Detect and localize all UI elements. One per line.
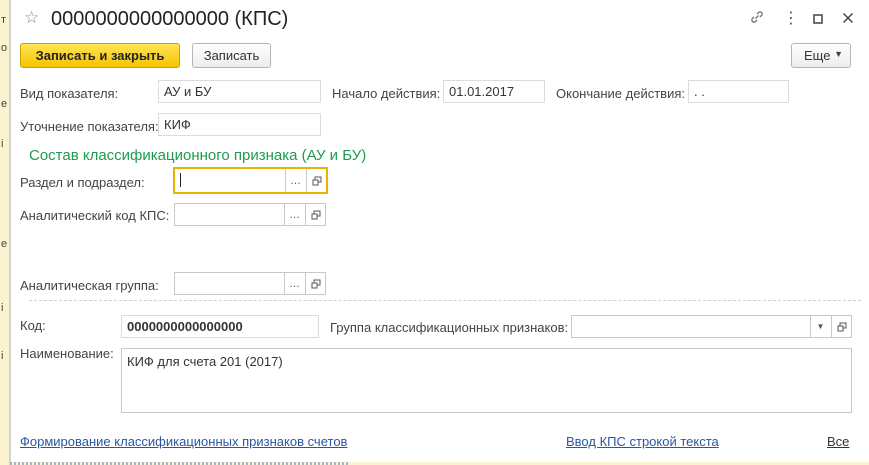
name-textarea[interactable]: КИФ для счета 201 (2017) (121, 348, 852, 413)
name-label: Наименование: (20, 346, 114, 361)
select-ellipsis-button[interactable]: … (285, 169, 305, 192)
class-group-field[interactable]: ▼ (571, 315, 852, 338)
end-date-label: Окончание действия: (556, 86, 685, 101)
open-form-icon[interactable] (305, 273, 325, 294)
open-form-icon[interactable] (831, 316, 851, 337)
section-subsection-field[interactable]: … (173, 167, 328, 194)
start-date-field[interactable]: 01.01.2017 (443, 80, 545, 103)
class-group-label: Группа классификационных признаков: (330, 320, 569, 335)
text-cursor (180, 173, 181, 187)
indicator-type-label: Вид показателя: (20, 86, 119, 101)
analytic-code-field[interactable]: … (174, 203, 326, 226)
code-field[interactable]: 0000000000000000 (121, 315, 319, 338)
forming-classification-link[interactable]: Формирование классификационных признаков… (20, 434, 347, 449)
maximize-icon[interactable] (813, 12, 824, 29)
save-and-close-button[interactable]: Записать и закрыть (20, 43, 180, 68)
indicator-refinement-label: Уточнение показателя: (20, 119, 159, 134)
end-date-field[interactable]: . . (688, 80, 789, 103)
chevron-down-icon[interactable]: ▼ (810, 316, 830, 337)
link-icon[interactable] (749, 9, 765, 29)
window-title: 0000000000000000 (КПС) (51, 8, 289, 30)
all-link[interactable]: Все (827, 434, 849, 449)
analytic-code-label: Аналитический код КПС: (20, 208, 170, 223)
analytic-group-label: Аналитическая группа: (20, 278, 159, 293)
indicator-type-field[interactable]: АУ и БУ (158, 80, 321, 103)
more-vert-icon[interactable]: ⋮ (783, 8, 799, 28)
open-form-icon[interactable] (306, 169, 326, 192)
background-window-edge: т о е і е і і (0, 0, 10, 465)
section-title: Состав классификационного признака (АУ и… (29, 147, 367, 164)
form-window: ☆ 0000000000000000 (КПС) ⋮ Записать и за… (10, 0, 869, 462)
code-label: Код: (20, 318, 46, 333)
select-ellipsis-button[interactable]: … (284, 204, 304, 225)
select-ellipsis-button[interactable]: … (284, 273, 304, 294)
start-date-label: Начало действия: (332, 86, 441, 101)
more-button-label: Еще (804, 48, 831, 63)
separator (29, 300, 861, 301)
section-subsection-label: Раздел и подраздел: (20, 175, 145, 190)
save-button[interactable]: Записать (192, 43, 271, 68)
chevron-down-icon: ▼ (834, 49, 843, 59)
text-input-link[interactable]: Ввод КПС строкой текста (566, 434, 719, 449)
open-form-icon[interactable] (305, 204, 325, 225)
close-icon[interactable] (842, 11, 854, 28)
analytic-group-field[interactable]: … (174, 272, 326, 295)
more-button[interactable]: Еще ▼ (791, 43, 851, 68)
indicator-refinement-field[interactable]: КИФ (158, 113, 321, 136)
star-icon[interactable]: ☆ (24, 8, 39, 28)
